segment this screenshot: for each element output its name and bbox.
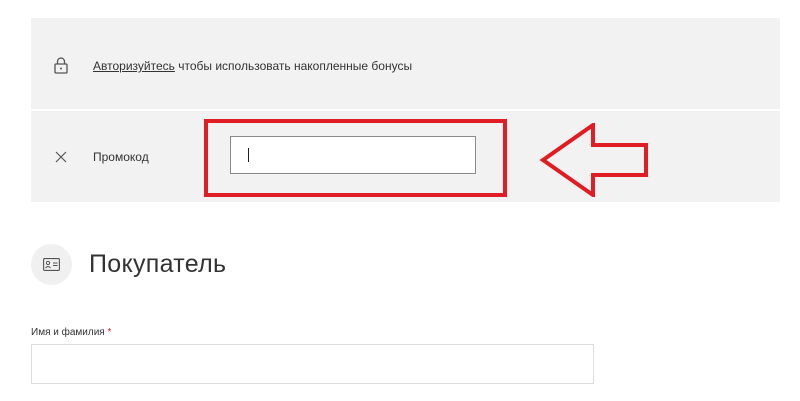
arrow-left-icon [539, 123, 648, 197]
bonus-panel: Авторизуйтесь чтобы использовать накопле… [31, 18, 780, 109]
bonus-message-text: чтобы использовать накопленные бонусы [174, 59, 413, 73]
id-card-icon [43, 258, 60, 271]
login-link[interactable]: Авторизуйтесь [93, 59, 175, 73]
highlight-box [204, 119, 507, 197]
avatar [31, 244, 72, 285]
section-title: Покупатель [89, 250, 227, 278]
name-label: Имя и фамилия * [31, 327, 111, 338]
required-mark: * [107, 327, 112, 338]
name-label-text: Имя и фамилия [31, 327, 105, 338]
name-input[interactable] [31, 344, 594, 384]
bonus-message: Авторизуйтесь чтобы использовать накопле… [93, 59, 412, 73]
close-icon[interactable] [55, 151, 67, 163]
lock-icon [54, 57, 68, 74]
promo-label: Промокод [93, 150, 149, 164]
